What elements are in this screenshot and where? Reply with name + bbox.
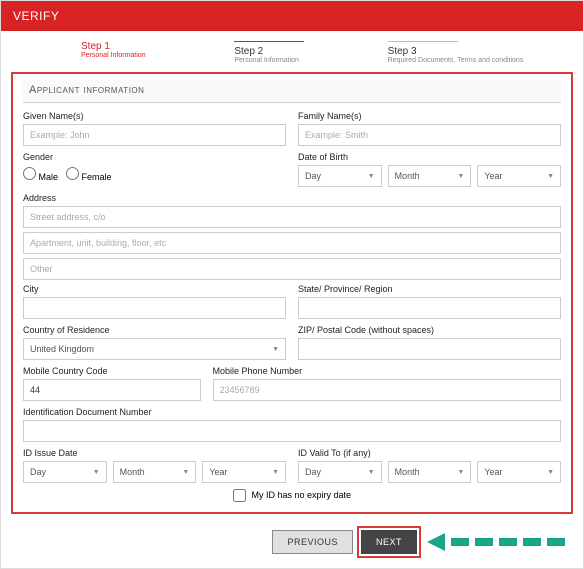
zip-input[interactable] xyxy=(298,338,561,360)
next-button[interactable]: NEXT xyxy=(361,530,417,554)
step-title: Step 3 xyxy=(388,46,533,57)
label-dob: Date of Birth xyxy=(298,152,561,162)
address-line2-input[interactable] xyxy=(23,232,561,254)
chevron-down-icon: ▼ xyxy=(93,469,100,476)
dash-icon xyxy=(475,538,493,546)
label-zip: ZIP/ Postal Code (without spaces) xyxy=(298,325,561,335)
mobile-phone-input[interactable] xyxy=(213,379,561,401)
dash-icon xyxy=(547,538,565,546)
valid-month-select[interactable]: Month▼ xyxy=(388,461,472,483)
step-3: Step 3 Required Documents, Terms and con… xyxy=(388,41,533,64)
family-name-input[interactable] xyxy=(298,124,561,146)
step-subtitle: Required Documents, Terms and conditions xyxy=(388,57,533,64)
chevron-down-icon: ▼ xyxy=(457,469,464,476)
label-id-valid: ID Valid To (if any) xyxy=(298,448,561,458)
form-box: Applicant information Given Name(s) Fami… xyxy=(11,72,573,514)
address-line3-input[interactable] xyxy=(23,258,561,280)
dob-year-select[interactable]: Year▼ xyxy=(477,165,561,187)
header-title: VERIFY xyxy=(13,9,59,23)
chevron-down-icon: ▼ xyxy=(457,173,464,180)
chevron-down-icon: ▼ xyxy=(182,469,189,476)
chevron-down-icon: ▼ xyxy=(272,346,279,353)
state-input[interactable] xyxy=(298,297,561,319)
radio-female[interactable]: Female xyxy=(66,167,112,182)
label-mobile-phone: Mobile Phone Number xyxy=(213,366,561,376)
dob-month-select[interactable]: Month▼ xyxy=(388,165,472,187)
valid-day-select[interactable]: Day▼ xyxy=(298,461,382,483)
dash-icon xyxy=(451,538,469,546)
step-line xyxy=(234,41,304,42)
dash-icon xyxy=(523,538,541,546)
label-id-number: Identification Document Number xyxy=(23,407,561,417)
label-country: Country of Residence xyxy=(23,325,286,335)
step-subtitle: Personal Information xyxy=(81,52,226,59)
mobile-code-input xyxy=(23,379,201,401)
arrow-left-icon xyxy=(427,533,445,551)
chevron-down-icon: ▼ xyxy=(547,469,554,476)
country-select[interactable]: United Kingdom▼ xyxy=(23,338,286,360)
address-line1-input[interactable] xyxy=(23,206,561,228)
label-given-name: Given Name(s) xyxy=(23,111,286,121)
step-title: Step 1 xyxy=(81,41,226,52)
issue-day-select[interactable]: Day▼ xyxy=(23,461,107,483)
label-city: City xyxy=(23,284,286,294)
arrow-annotation xyxy=(427,533,565,551)
step-line xyxy=(388,41,458,42)
id-number-input[interactable] xyxy=(23,420,561,442)
chevron-down-icon: ▼ xyxy=(368,469,375,476)
dob-day-select[interactable]: Day▼ xyxy=(298,165,382,187)
label-id-issue: ID Issue Date xyxy=(23,448,286,458)
label-address: Address xyxy=(23,193,561,203)
button-row: PREVIOUS NEXT xyxy=(1,520,583,568)
radio-male[interactable]: Male xyxy=(23,167,58,182)
label-state: State/ Province/ Region xyxy=(298,284,561,294)
header-bar: VERIFY xyxy=(1,1,583,31)
previous-button[interactable]: PREVIOUS xyxy=(272,530,353,554)
step-1: Step 1 Personal Information xyxy=(81,41,226,64)
chevron-down-icon: ▼ xyxy=(368,173,375,180)
city-input[interactable] xyxy=(23,297,286,319)
issue-month-select[interactable]: Month▼ xyxy=(113,461,197,483)
label-mobile-code: Mobile Country Code xyxy=(23,366,201,376)
step-subtitle: Personal Information xyxy=(234,57,379,64)
step-title: Step 2 xyxy=(234,46,379,57)
step-2: Step 2 Personal Information xyxy=(234,41,379,64)
next-highlight: NEXT xyxy=(357,526,421,558)
label-gender: Gender xyxy=(23,152,286,162)
dash-icon xyxy=(499,538,517,546)
section-title: Applicant information xyxy=(23,80,561,103)
valid-year-select[interactable]: Year▼ xyxy=(477,461,561,483)
no-expiry-checkbox[interactable]: My ID has no expiry date xyxy=(233,490,351,500)
stepper: Step 1 Personal Information Step 2 Perso… xyxy=(1,31,583,70)
given-name-input[interactable] xyxy=(23,124,286,146)
chevron-down-icon: ▼ xyxy=(547,173,554,180)
issue-year-select[interactable]: Year▼ xyxy=(202,461,286,483)
window: VERIFY Step 1 Personal Information Step … xyxy=(0,0,584,569)
chevron-down-icon: ▼ xyxy=(272,469,279,476)
label-family-name: Family Name(s) xyxy=(298,111,561,121)
